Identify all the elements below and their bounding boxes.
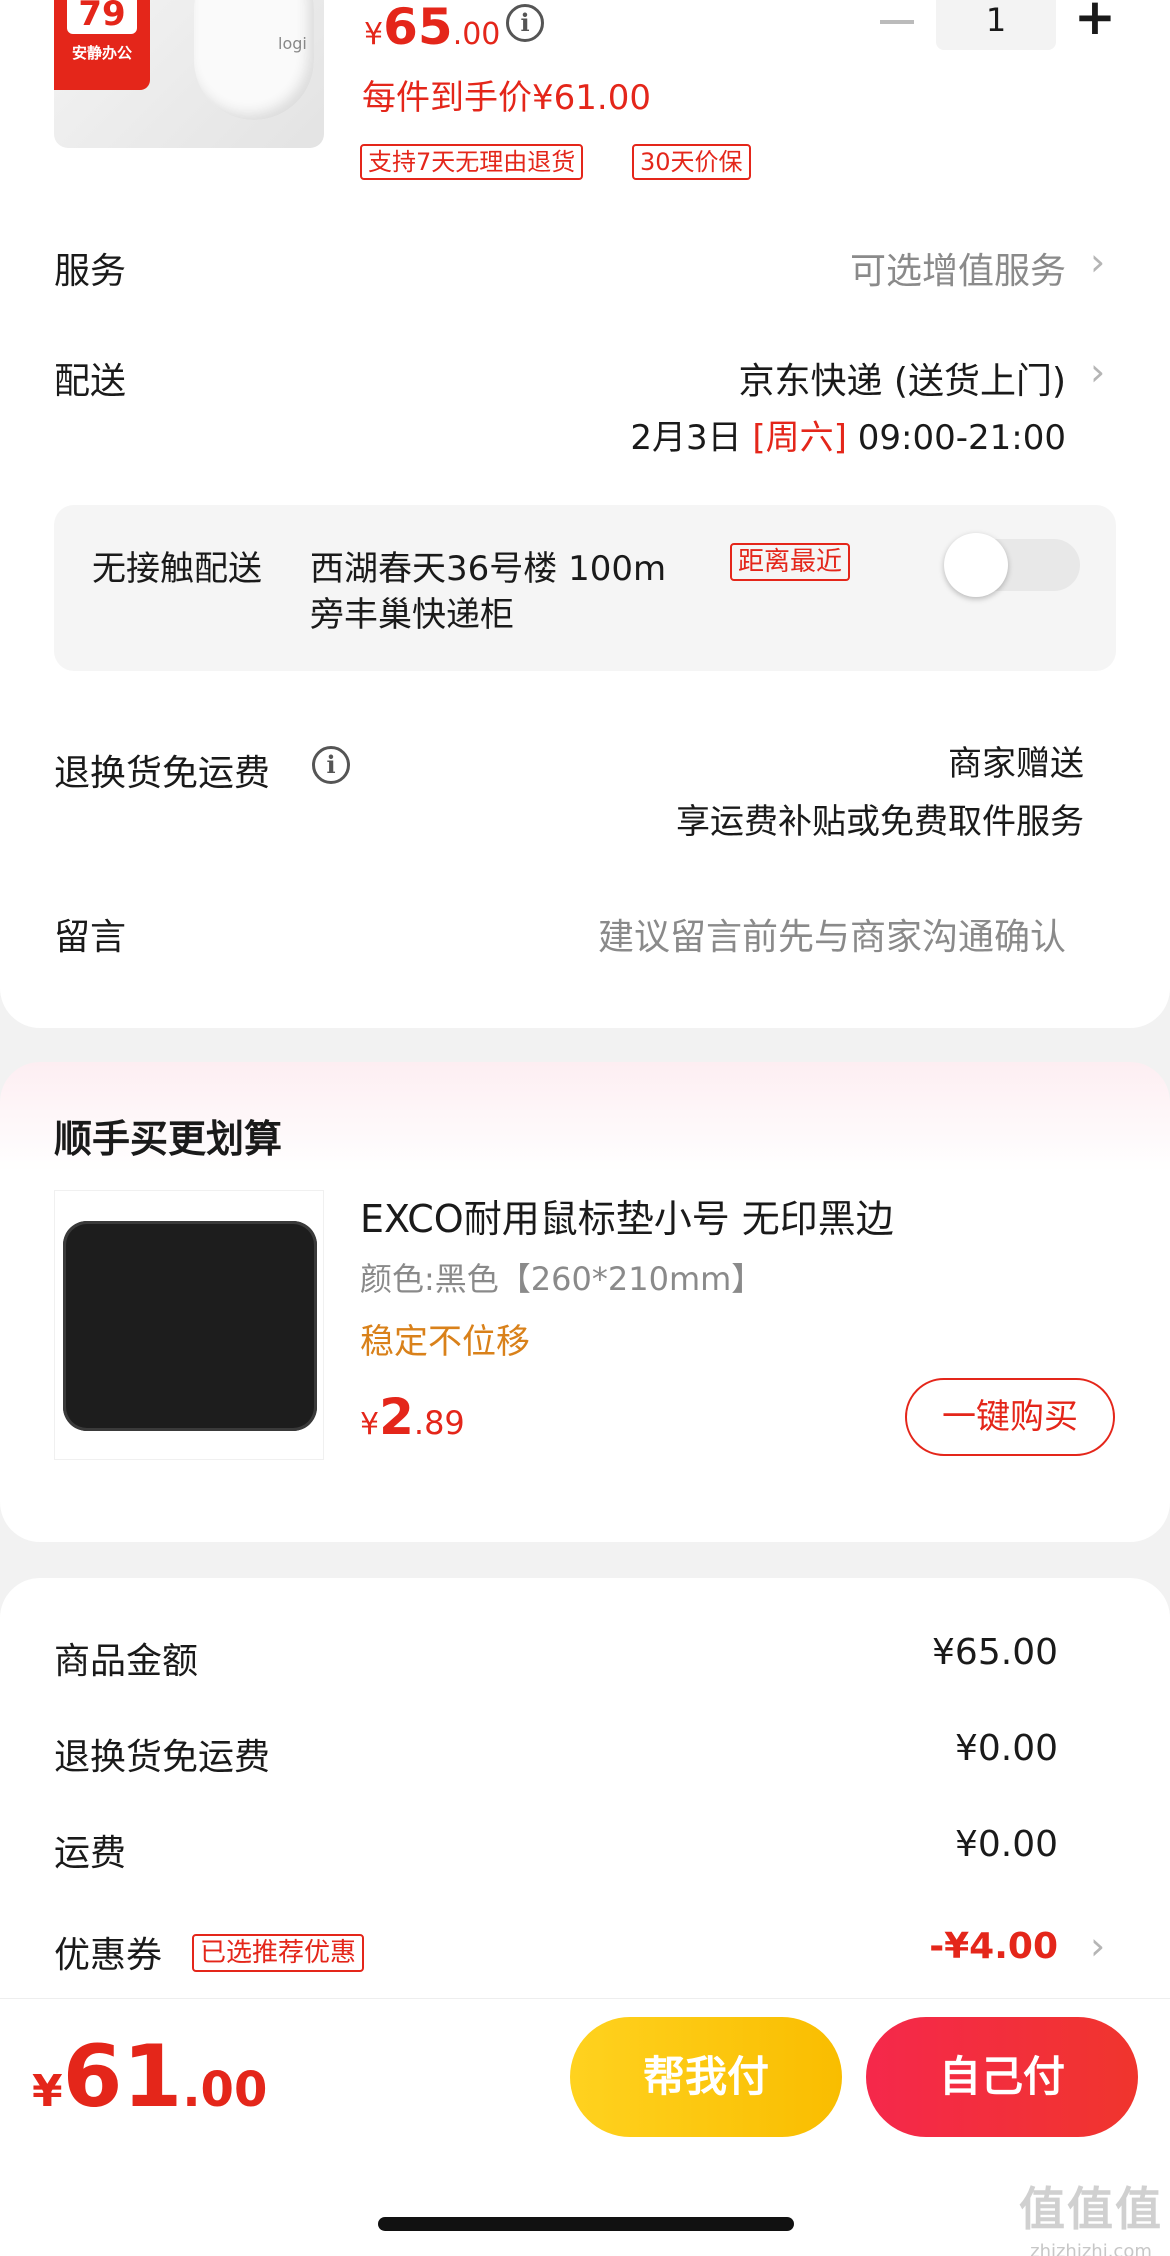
- price-protect-tag: 30天价保: [632, 144, 751, 180]
- total-price: ¥61.00: [32, 2027, 267, 2127]
- watermark-text: zhizhizhi.com: [1030, 2241, 1152, 2256]
- total-dec: .00: [182, 2062, 268, 2118]
- upsell-price-int: 2: [379, 1388, 414, 1446]
- quantity-input[interactable]: 1: [936, 0, 1056, 50]
- upsell-price: ¥2.89: [360, 1388, 465, 1446]
- upsell-title: 顺手买更划算: [54, 1117, 283, 1161]
- self-pay-button[interactable]: 自己付: [866, 2017, 1138, 2137]
- toggle-knob: [944, 533, 1008, 597]
- contactless-delivery-box: 无接触配送 西湖春天36号楼 100m 旁丰巢快递柜 距离最近: [54, 505, 1116, 671]
- return-policy-tag: 支持7天无理由退货: [360, 144, 584, 180]
- product-price: ¥65.00: [364, 0, 500, 56]
- upsell-feature: 稳定不位移: [360, 1322, 530, 1362]
- summary-row-value: ¥0.00: [954, 1824, 1058, 1865]
- summary-row-value: ¥0.00: [954, 1728, 1058, 1769]
- upsell-spec: 颜色:黑色【260*210mm】: [360, 1260, 764, 1298]
- summary-row-label: 商品金额: [54, 1641, 199, 1682]
- total-symbol: ¥: [32, 2066, 63, 2117]
- delivery-time[interactable]: 2月3日 [周六] 09:00-21:00: [630, 410, 1066, 459]
- locker-location-line1: 西湖春天36号楼 100m: [310, 549, 667, 589]
- nearest-tag: 距离最近: [730, 543, 851, 581]
- total-int: 61: [62, 2027, 183, 2127]
- promo-badge-label: 安静办公: [71, 44, 132, 62]
- one-click-buy-button[interactable]: 一键购买: [905, 1378, 1115, 1456]
- return-shipping-value: 商家赠送: [948, 744, 1084, 784]
- contactless-toggle[interactable]: [944, 533, 1080, 597]
- coupon-tag: 已选推荐优惠: [192, 1934, 365, 1972]
- service-value[interactable]: 可选增值服务: [850, 242, 1066, 294]
- quantity-increase-button[interactable]: +: [1074, 0, 1116, 42]
- price-int: 65: [383, 0, 453, 56]
- home-indicator[interactable]: [378, 2217, 794, 2231]
- summary-row-label: 退换货免运费: [54, 1737, 271, 1778]
- delivery-weekday: [周六]: [752, 418, 847, 458]
- mouse-picture: [194, 0, 314, 120]
- promo-badge: 79 安静办公: [54, 0, 150, 90]
- contactless-label: 无接触配送: [92, 549, 262, 589]
- product-image[interactable]: logi 79 安静办公: [54, 0, 324, 148]
- coupon-chevron-icon[interactable]: ›: [1090, 1924, 1105, 1968]
- final-price-text: 每件到手价¥61.00: [362, 78, 651, 118]
- promo-badge-number: 79: [67, 0, 137, 34]
- order-card: logi 79 安静办公 ¥65.00 i 1 + 每件到手价¥61.00 支持…: [0, 0, 1170, 1028]
- mousepad-picture: [63, 1221, 317, 1431]
- message-label: 留言: [54, 917, 127, 958]
- service-label: 服务: [54, 251, 127, 292]
- upsell-card: 顺手买更划算 EXCO耐用鼠标垫小号 无印黑边 颜色:黑色【260*210mm】…: [0, 1062, 1170, 1542]
- price-summary-card: 商品金额 ¥65.00 退换货免运费 ¥0.00 运费 ¥0.00 优惠券 已选…: [0, 1578, 1170, 1998]
- upsell-price-dec: .89: [413, 1404, 465, 1442]
- delivery-label: 配送: [54, 361, 127, 402]
- quantity-decrease-button[interactable]: [880, 20, 914, 24]
- watermark-logo-icon: 值值值: [1019, 2182, 1163, 2236]
- return-shipping-desc: 享运费补贴或免费取件服务: [676, 802, 1084, 842]
- price-info-icon[interactable]: i: [506, 4, 544, 42]
- return-shipping-label: 退换货免运费: [54, 753, 271, 794]
- price-dec: .00: [452, 17, 501, 52]
- locker-location-line2: 旁丰巢快递柜: [310, 595, 514, 635]
- summary-row-value: ¥65.00: [932, 1632, 1058, 1673]
- delivery-chevron-icon[interactable]: ›: [1090, 350, 1105, 394]
- delivery-date: 2月3日: [630, 418, 742, 458]
- brand-logo: logi: [278, 34, 307, 53]
- service-chevron-icon[interactable]: ›: [1090, 240, 1105, 284]
- upsell-price-symbol: ¥: [360, 1407, 380, 1442]
- upsell-product-name[interactable]: EXCO耐用鼠标垫小号 无印黑边: [360, 1188, 894, 1243]
- delivery-hours: 09:00-21:00: [857, 418, 1066, 458]
- site-watermark: 值值值 zhizhizhi.com: [1016, 2173, 1166, 2256]
- coupon-label: 优惠券: [54, 1935, 163, 1976]
- mousepad-image[interactable]: [54, 1190, 324, 1460]
- message-input[interactable]: 建议留言前先与商家沟通确认: [598, 908, 1066, 960]
- summary-row-label: 运费: [54, 1833, 127, 1874]
- return-shipping-info-icon[interactable]: i: [312, 746, 350, 784]
- coupon-value[interactable]: -¥4.00: [929, 1926, 1058, 1967]
- help-pay-button[interactable]: 帮我付: [570, 2017, 842, 2137]
- delivery-method[interactable]: 京东快递 (送货上门): [738, 352, 1066, 404]
- checkout-bar: ¥61.00 帮我付 自己付 值值值 zhizhizhi.com: [0, 1998, 1170, 2256]
- price-symbol: ¥: [364, 17, 384, 52]
